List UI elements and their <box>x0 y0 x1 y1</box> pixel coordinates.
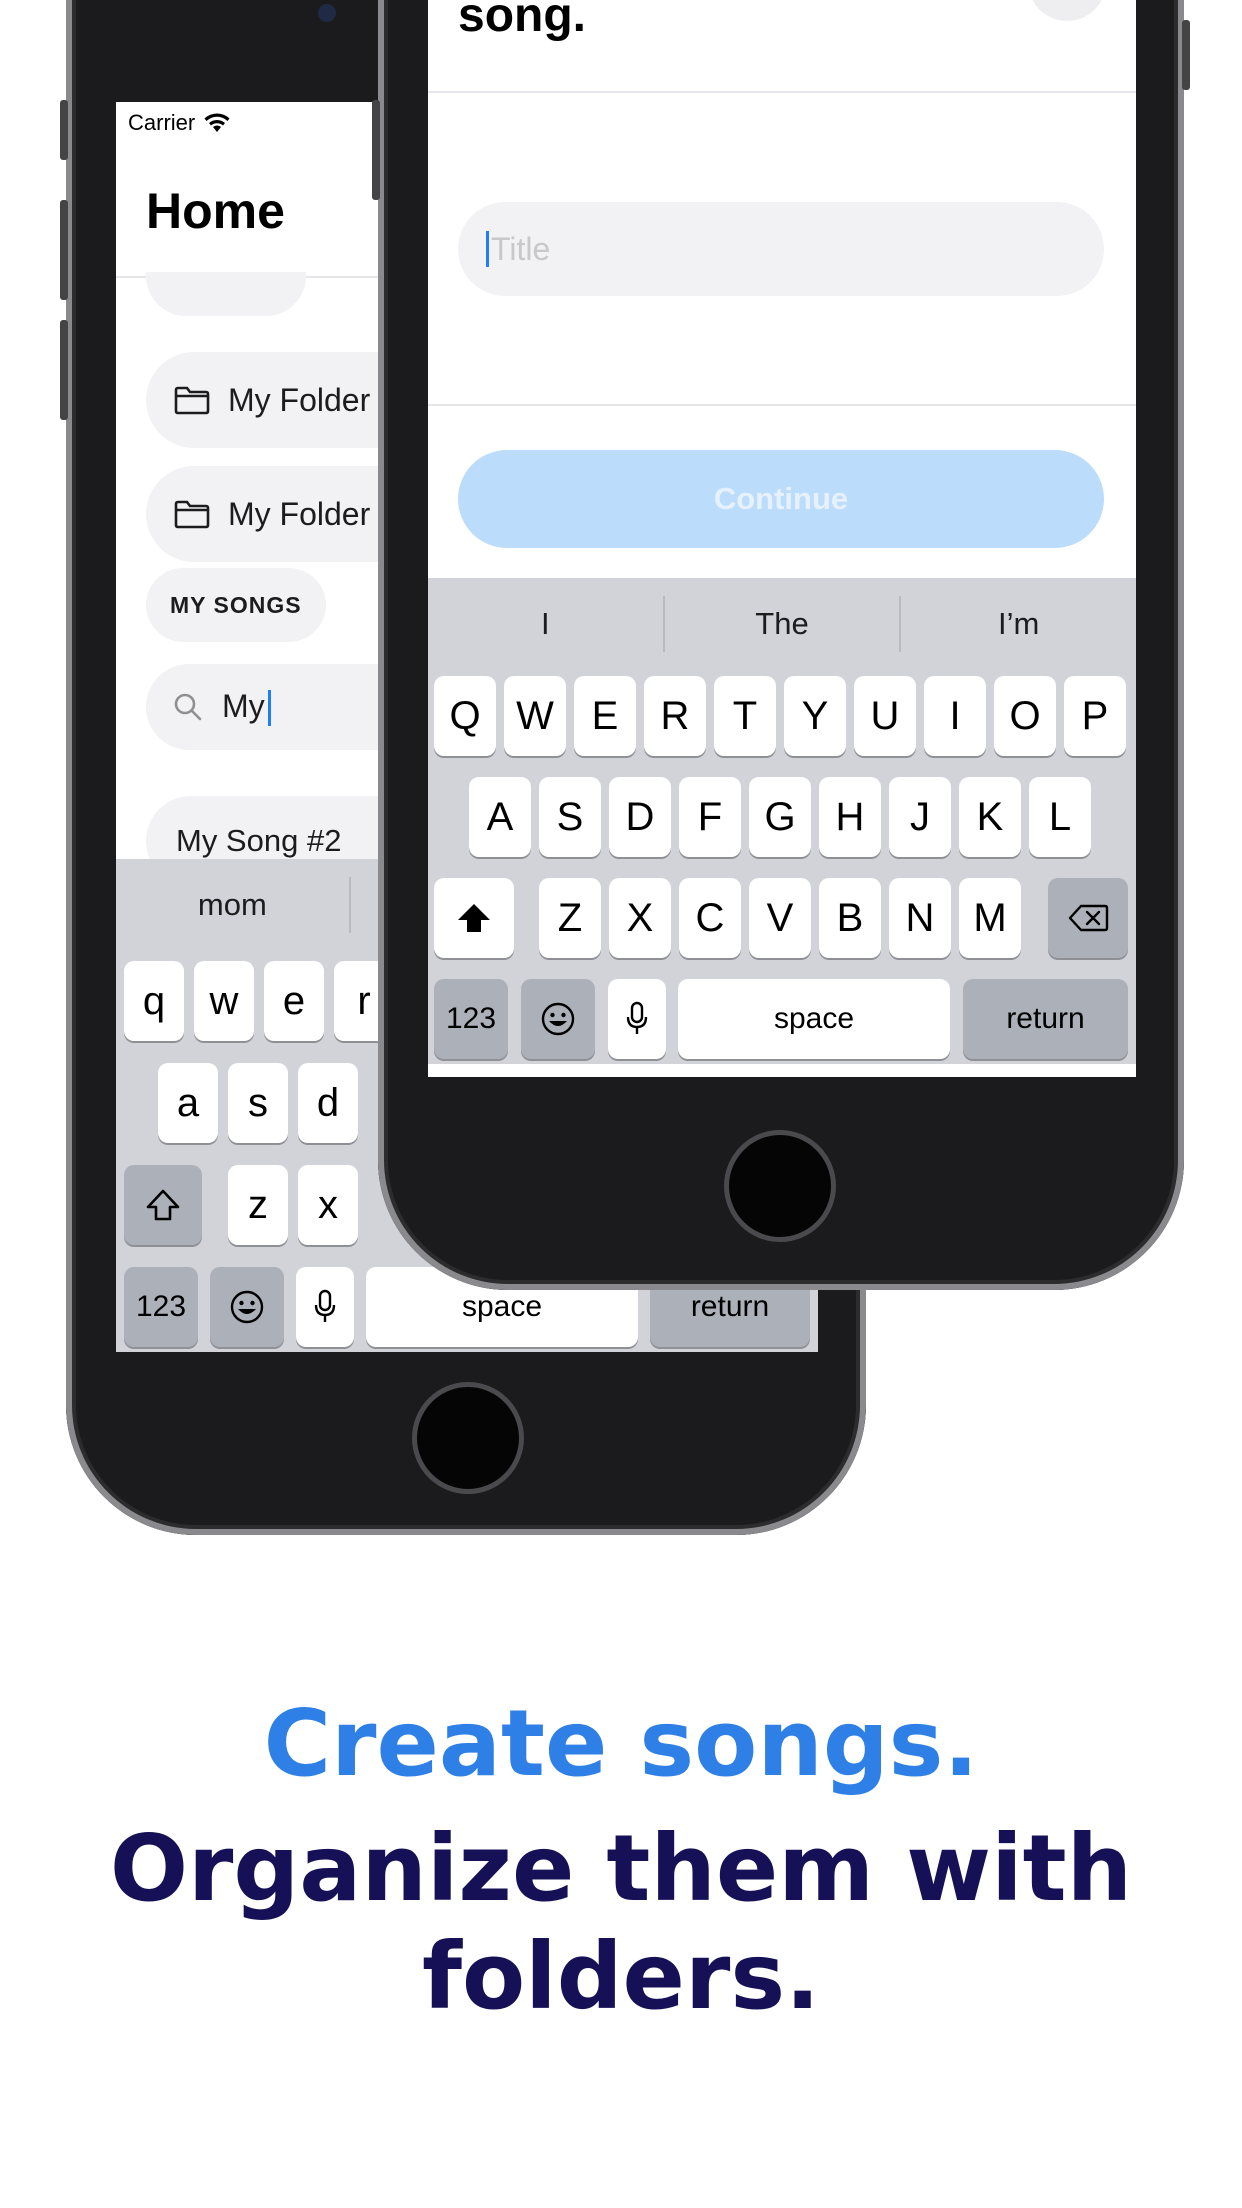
page-title: Home <box>146 183 285 239</box>
key-t[interactable]: T <box>714 676 776 756</box>
space-key[interactable]: space <box>678 979 950 1059</box>
content-divider <box>428 404 1136 406</box>
dialog-header: Enter a name for your song. <box>428 0 1136 93</box>
key-e[interactable]: E <box>574 676 636 756</box>
keyboard: I The I’m Q W E R T Y U I O P A S D F G … <box>428 578 1136 1064</box>
backspace-icon <box>1068 904 1109 932</box>
dictation-key[interactable] <box>608 979 666 1059</box>
microphone-icon <box>626 1001 648 1034</box>
key-s[interactable]: s <box>228 1063 288 1143</box>
numbers-key[interactable]: 123 <box>124 1267 198 1347</box>
front-camera <box>318 4 336 22</box>
key-j[interactable]: J <box>889 777 951 857</box>
volume-up-button <box>60 200 68 300</box>
folder-row-partial[interactable] <box>146 272 306 316</box>
suggestion-item[interactable]: The <box>665 596 902 652</box>
key-l[interactable]: L <box>1029 777 1091 857</box>
microphone-icon <box>314 1289 336 1322</box>
key-d[interactable]: D <box>609 777 671 857</box>
shift-icon <box>458 904 490 932</box>
emoji-key[interactable] <box>210 1267 284 1347</box>
text-caret <box>486 231 489 267</box>
key-e[interactable]: e <box>264 961 324 1041</box>
key-q[interactable]: q <box>124 961 184 1041</box>
key-z[interactable]: z <box>228 1165 288 1245</box>
key-x[interactable]: X <box>609 878 671 958</box>
continue-button[interactable]: Continue <box>458 450 1104 548</box>
key-w[interactable]: w <box>194 961 254 1041</box>
backspace-key[interactable] <box>1048 878 1128 958</box>
key-s[interactable]: S <box>539 777 601 857</box>
mute-switch <box>60 100 68 160</box>
wifi-icon <box>204 113 230 132</box>
numbers-key[interactable]: 123 <box>434 979 508 1059</box>
shift-key[interactable] <box>434 878 514 958</box>
volume-down-button <box>60 320 68 420</box>
search-icon <box>174 693 202 721</box>
key-i[interactable]: I <box>924 676 986 756</box>
key-y[interactable]: Y <box>784 676 846 756</box>
emoji-icon <box>541 1002 575 1036</box>
folder-icon <box>174 386 210 415</box>
key-v[interactable]: V <box>749 878 811 958</box>
text-caret <box>267 690 271 727</box>
key-k[interactable]: K <box>959 777 1021 857</box>
key-o[interactable]: O <box>994 676 1056 756</box>
key-m[interactable]: M <box>959 878 1021 958</box>
key-g[interactable]: G <box>749 777 811 857</box>
emoji-icon <box>230 1290 264 1324</box>
home-button[interactable] <box>724 1130 836 1242</box>
close-button[interactable] <box>1028 0 1106 21</box>
volume-button <box>372 100 380 200</box>
dictation-key[interactable] <box>296 1267 354 1347</box>
key-d[interactable]: d <box>298 1063 358 1143</box>
dialog-title: Enter a name for your song. <box>458 0 586 42</box>
home-button[interactable] <box>412 1382 524 1494</box>
power-button <box>1182 20 1190 90</box>
key-h[interactable]: H <box>819 777 881 857</box>
key-a[interactable]: a <box>158 1063 218 1143</box>
folder-label: My Folder <box>228 495 371 532</box>
key-c[interactable]: C <box>679 878 741 958</box>
suggestion-item[interactable]: I’m <box>901 596 1136 652</box>
suggestion-item[interactable]: I <box>428 596 665 652</box>
key-x[interactable]: x <box>298 1165 358 1245</box>
key-a[interactable]: A <box>469 777 531 857</box>
headline-organize-folders: Organize them with folders. <box>109 1815 1133 2030</box>
folder-label: My Folder # <box>228 381 397 418</box>
key-n[interactable]: N <box>889 878 951 958</box>
key-p[interactable]: P <box>1064 676 1126 756</box>
folder-icon <box>174 500 210 529</box>
key-u[interactable]: U <box>854 676 916 756</box>
header-divider <box>428 91 1136 93</box>
key-f[interactable]: F <box>679 777 741 857</box>
carrier-label: Carrier <box>128 110 196 135</box>
suggestion-bar: I The I’m <box>428 578 1136 670</box>
shift-icon <box>146 1189 180 1221</box>
phone-name-dialog: Enter a name for your song. Title Contin… <box>372 0 1190 1290</box>
key-z[interactable]: Z <box>539 878 601 958</box>
return-key[interactable]: return <box>963 979 1128 1059</box>
key-r[interactable]: R <box>644 676 706 756</box>
key-b[interactable]: B <box>819 878 881 958</box>
search-input-value: My <box>222 687 265 724</box>
shift-key[interactable] <box>124 1165 202 1245</box>
name-song-dialog: Enter a name for your song. Title Contin… <box>428 0 1136 1077</box>
section-header-my-songs: MY SONGS <box>146 568 326 642</box>
emoji-key[interactable] <box>521 979 595 1059</box>
key-q[interactable]: Q <box>434 676 496 756</box>
title-input[interactable]: Title <box>458 202 1104 296</box>
status-bar: Carrier <box>128 110 231 136</box>
suggestion-item[interactable]: mom <box>116 877 351 933</box>
title-input-placeholder: Title <box>491 230 551 267</box>
headline-create-songs: Create songs. <box>263 1690 979 1797</box>
key-w[interactable]: W <box>504 676 566 756</box>
